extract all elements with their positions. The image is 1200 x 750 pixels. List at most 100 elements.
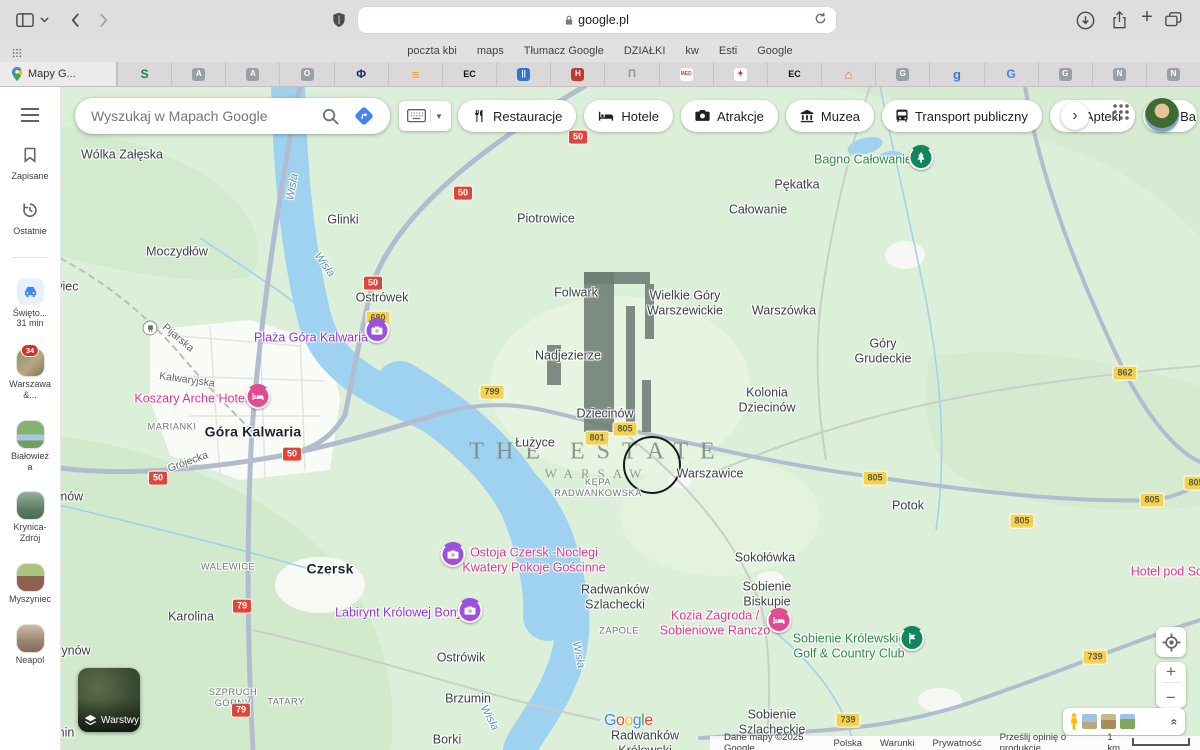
browser-tab-bank[interactable]: Π [604, 62, 658, 86]
bookmark-item[interactable]: DZIAŁKI [624, 45, 666, 57]
my-location-button[interactable] [1156, 627, 1186, 657]
browser-tab-power[interactable]: Φ [334, 62, 388, 86]
street-view-pill[interactable]: « [1063, 708, 1185, 735]
sidebar-item-zapisane[interactable]: Zapisane [1, 147, 59, 182]
poi-label[interactable]: Labirynt Królowej Bony [335, 606, 463, 621]
map-label: Sobienie Biskupie [743, 579, 792, 609]
browser-tab-house[interactable]: ⌂ [821, 62, 875, 86]
menu-icon[interactable] [21, 108, 39, 127]
map-canvas[interactable]: THE ESTATE WARSAW Wólka ZałęskaMoczydłów… [60, 86, 1200, 750]
browser-tab-n2[interactable]: N [1146, 62, 1200, 86]
map-marker-bed[interactable] [767, 608, 792, 633]
sidebar-item-warszawa[interactable]: 34Warszawa &... [1, 349, 59, 401]
zoom-in-button[interactable]: + [1166, 662, 1176, 682]
attribution-link[interactable]: Warunki [880, 738, 915, 749]
collapse-chevrons-icon[interactable]: « [1168, 718, 1182, 725]
category-chip-muzea[interactable]: Muzea [786, 100, 874, 132]
category-chip-transport-publiczny[interactable]: Transport publiczny [882, 100, 1042, 132]
new-tab-button[interactable]: + [1136, 6, 1158, 29]
map-label: Dziecinów [577, 407, 634, 422]
map-marker-bed[interactable] [246, 384, 271, 409]
layers-button[interactable]: Warstwy [78, 668, 140, 732]
browser-tab-ec2[interactable]: EC [767, 62, 821, 86]
bookmark-item[interactable]: maps [477, 45, 504, 57]
sidebar-item-święto-[interactable]: Święto... 31 min [1, 278, 59, 330]
map-marker-station[interactable] [143, 321, 158, 336]
directions-icon[interactable] [352, 104, 376, 128]
sidebar-item-ostatnie[interactable]: Ostatnie [1, 202, 59, 237]
browser-tab-trello[interactable]: || [496, 62, 550, 86]
category-chip-atrakcje[interactable]: Atrakcje [681, 100, 778, 132]
share-button[interactable] [1108, 10, 1130, 30]
category-chip-hotele[interactable]: Hotele [584, 100, 673, 132]
sidebar-item-neapol[interactable]: Neapol [1, 625, 59, 666]
back-button[interactable] [64, 10, 86, 30]
poi-label[interactable]: Hotel pod Sos [1131, 565, 1200, 580]
bookmark-item[interactable]: Google [757, 45, 792, 57]
browser-tab-g-blue[interactable]: g [929, 62, 983, 86]
sidebar-item-krynica-[interactable]: Krynica- Zdrój [1, 492, 59, 544]
input-tools-caret-icon[interactable]: ▼ [430, 109, 443, 123]
browser-tab-med[interactable]: MED [659, 62, 713, 86]
poi-label[interactable]: Bagno Całowanie [814, 153, 912, 168]
poi-label[interactable]: Kozia Zagroda / Sobieniowe Ranczo [660, 608, 771, 638]
poi-label[interactable]: Plaża Góra Kalwaria [254, 331, 368, 346]
browser-tab-burger[interactable]: ≡ [388, 62, 442, 86]
pegman-icon[interactable] [1070, 713, 1078, 731]
browser-tab-g-color[interactable]: G [984, 62, 1038, 86]
map-marker-camera[interactable] [441, 542, 466, 567]
active-tab[interactable]: Mapy G... [0, 62, 117, 86]
google-apps-grid-icon[interactable] [1112, 103, 1130, 126]
browser-tab-a1[interactable]: A [171, 62, 225, 86]
bookmark-item[interactable]: Tłumacz Google [524, 45, 604, 57]
zoom-out-button[interactable]: − [1166, 688, 1176, 708]
attribution-link[interactable]: Prywatność [933, 738, 982, 749]
poi-label[interactable]: Ostoja Czersk -Noclegi Kwatery Pokoje Go… [462, 545, 605, 575]
map-marker-camera[interactable] [365, 318, 390, 343]
address-bar[interactable]: google.pl [358, 7, 836, 33]
browser-tab-g2[interactable]: G [1038, 62, 1092, 86]
user-avatar[interactable] [1145, 98, 1179, 132]
browser-tab-eagle[interactable]: ✦ [713, 62, 767, 86]
bookmark-item[interactable]: Esti [719, 45, 737, 57]
bookmark-item[interactable]: kw [685, 45, 698, 57]
search-bar[interactable] [75, 98, 390, 134]
chevron-down-icon[interactable] [38, 10, 50, 30]
bookmarks-grid-icon[interactable] [12, 45, 22, 63]
browser-tab-o[interactable]: O [279, 62, 333, 86]
shield-icon[interactable] [328, 10, 350, 30]
browser-tab-s[interactable]: S [117, 62, 171, 86]
street-view-thumbnail[interactable] [1101, 714, 1116, 729]
browser-tab-g1[interactable]: G [875, 62, 929, 86]
sidebar-toggle-icon[interactable] [14, 10, 36, 30]
attribution-link[interactable]: Prześlij opinię o produkcie [1000, 732, 1090, 750]
reload-icon[interactable] [814, 12, 827, 30]
bookmark-item[interactable]: poczta kbi [407, 45, 457, 57]
place-thumbnail [17, 625, 44, 652]
street-view-thumbnail[interactable] [1120, 714, 1135, 729]
search-input[interactable] [89, 107, 321, 125]
category-chip-restauracje[interactable]: Restauracje [458, 100, 576, 132]
scale-label: 1 km [1107, 732, 1126, 750]
sidebar-item-białowież[interactable]: Białowież a [1, 421, 59, 473]
map-marker-camera[interactable] [458, 598, 483, 623]
browser-tab-a2[interactable]: A [225, 62, 279, 86]
more-categories-button[interactable]: › [1061, 102, 1089, 130]
input-tools-button[interactable]: ▼ [399, 101, 451, 131]
tab-overview-button[interactable] [1162, 10, 1184, 30]
count-badge: 34 [21, 344, 39, 357]
road-badge-805: 805 [1183, 476, 1200, 491]
forward-button[interactable] [92, 10, 114, 30]
browser-tab-ec1[interactable]: EC [442, 62, 496, 86]
map-marker-tree[interactable] [909, 145, 934, 170]
sidebar-item-myszyniec[interactable]: Myszyniec [1, 564, 59, 605]
map-marker-flag[interactable] [900, 626, 925, 651]
poi-label[interactable]: Sobienie Królewskie Golf & Country Club [793, 631, 906, 661]
attribution-link[interactable]: Polska [834, 738, 863, 749]
search-icon[interactable] [321, 107, 340, 126]
downloads-button[interactable] [1074, 10, 1096, 30]
browser-tab-h[interactable]: H [550, 62, 604, 86]
street-view-thumbnail[interactable] [1082, 714, 1097, 729]
poi-label[interactable]: Koszary Arche Hotel [134, 392, 247, 407]
browser-tab-n1[interactable]: N [1092, 62, 1146, 86]
